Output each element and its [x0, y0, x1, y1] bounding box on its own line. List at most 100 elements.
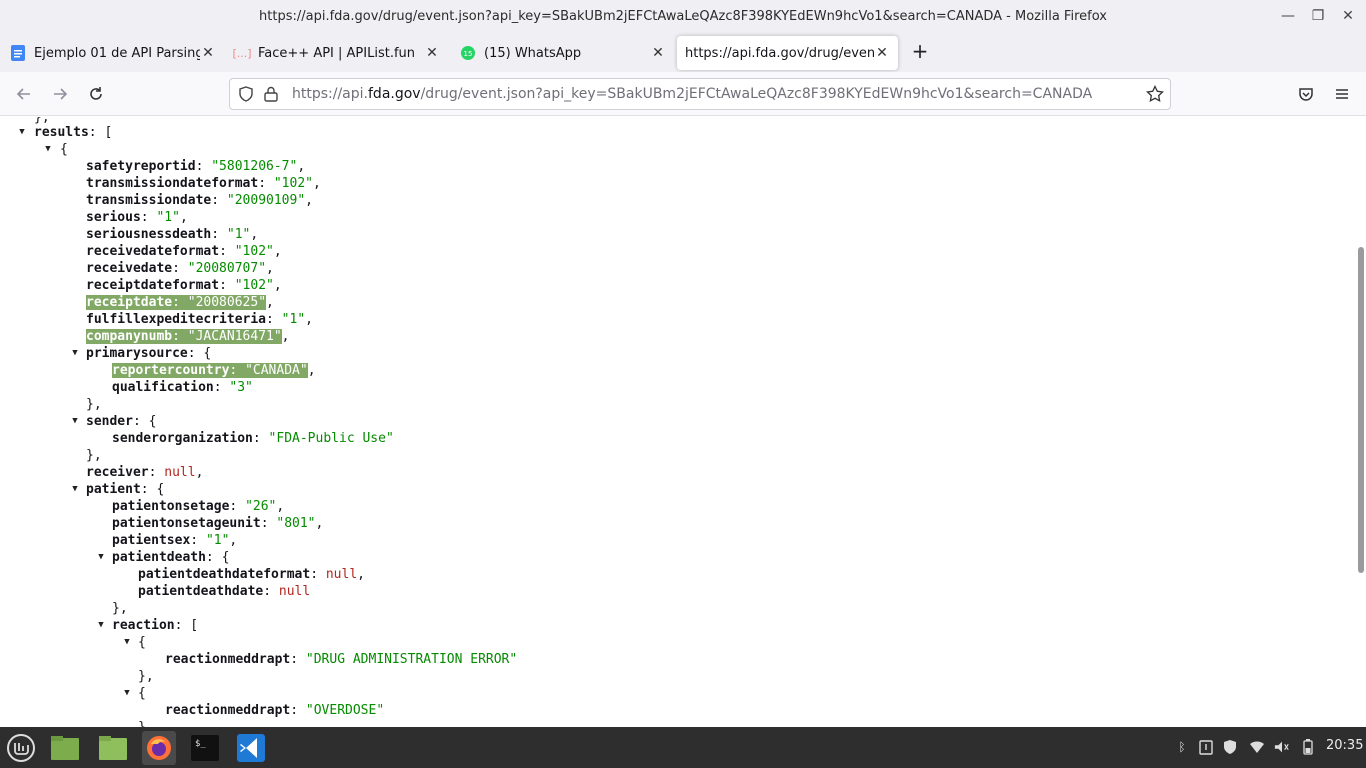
- json-key: patientsex: [112, 533, 191, 548]
- window-titlebar: https://api.fda.gov/drug/event.json?api_…: [0, 0, 1366, 32]
- files-icon[interactable]: [48, 731, 82, 765]
- json-viewer: }, ▼ results: [ ▼ { safetyreportid: "580…: [0, 117, 1356, 727]
- json-string: "801": [276, 516, 316, 531]
- json-line: reactionmeddrapt: "DRUG ADMINISTRATION E…: [165, 652, 518, 667]
- tab-strip: Ejemplo 01 de API Parsing J ✕ [...] Face…: [0, 32, 1366, 72]
- close-tab-icon[interactable]: ✕: [424, 45, 440, 61]
- minimize-icon[interactable]: —: [1272, 0, 1304, 32]
- collapse-toggle-icon[interactable]: ▼: [121, 685, 133, 702]
- docs-icon: [10, 45, 26, 61]
- json-line: patientdeathdateformat: null,: [138, 567, 365, 582]
- scrollbar-thumb[interactable]: [1358, 247, 1364, 573]
- collapse-toggle-icon[interactable]: ▼: [95, 549, 107, 566]
- bookmark-star-icon[interactable]: [1146, 84, 1164, 107]
- maximize-icon[interactable]: ❐: [1302, 0, 1334, 32]
- json-line: qualification: "3": [112, 380, 253, 395]
- back-button[interactable]: [12, 82, 36, 106]
- json-line: patientonsetageunit: "801",: [112, 516, 324, 531]
- json-line: patientonsetage: "26",: [112, 499, 285, 514]
- json-key: reactionmeddrapt: [165, 703, 291, 718]
- lock-icon[interactable]: [264, 86, 278, 106]
- json-key: receivedateformat: [86, 244, 220, 259]
- vertical-scrollbar[interactable]: [1356, 117, 1366, 727]
- shield-icon[interactable]: [238, 86, 254, 106]
- json-key: receiptdateformat: [86, 278, 220, 293]
- json-line: transmissiondateformat: "102",: [86, 176, 321, 191]
- search-highlight: companynumb: "JACAN16471": [86, 329, 282, 344]
- url-domain: fda.gov: [368, 86, 421, 102]
- json-key: receiver: [86, 465, 149, 480]
- json-key: seriousnessdeath: [86, 227, 212, 242]
- json-line: receiver: null,: [86, 465, 204, 480]
- json-line: results: [: [34, 124, 112, 141]
- collapse-toggle-icon[interactable]: ▼: [95, 617, 107, 634]
- volume-icon[interactable]: [1274, 739, 1290, 755]
- json-line: reportercountry: "CANADA",: [112, 363, 316, 378]
- forward-button[interactable]: [48, 82, 72, 106]
- json-line: receiptdate: "20080625",: [86, 295, 274, 310]
- json-line: sender: {: [86, 414, 157, 429]
- new-tab-button[interactable]: +: [908, 40, 932, 64]
- tab-label: (15) WhatsApp: [484, 45, 582, 61]
- mint-menu-icon[interactable]: [4, 731, 38, 765]
- json-line: patientdeathdate: null: [138, 584, 311, 599]
- url-prefix: https://api.: [292, 86, 368, 102]
- json-string: "1": [156, 210, 180, 225]
- json-line: {: [60, 142, 68, 157]
- window-title: https://api.fda.gov/drug/event.json?api_…: [259, 8, 1107, 24]
- tab-facepp[interactable]: [...] Face++ API | APIList.fun ✕: [226, 36, 448, 70]
- json-line: seriousnessdeath: "1",: [86, 227, 259, 242]
- shield-tray-icon[interactable]: [1222, 739, 1238, 755]
- json-string: "CANADA": [245, 363, 308, 378]
- clipboard-icon[interactable]: [1198, 739, 1214, 755]
- collapse-toggle-icon[interactable]: ▼: [69, 413, 81, 430]
- vscode-icon[interactable]: [234, 731, 268, 765]
- collapse-toggle-icon[interactable]: ▼: [42, 141, 54, 158]
- bracket-icon: [...]: [232, 46, 252, 60]
- close-tab-icon[interactable]: ✕: [650, 45, 666, 61]
- bluetooth-icon[interactable]: ᛒ: [1174, 739, 1190, 755]
- menu-hamburger-icon[interactable]: [1330, 82, 1354, 106]
- json-key: reportercountry: [112, 363, 230, 378]
- json-string: "26": [245, 499, 277, 514]
- url-bar[interactable]: https://api.fda.gov/drug/event.json?api_…: [229, 78, 1171, 110]
- wifi-icon[interactable]: [1249, 739, 1265, 755]
- folder-icon[interactable]: [96, 731, 130, 765]
- reload-button[interactable]: [84, 82, 108, 106]
- collapse-toggle-icon[interactable]: ▼: [69, 345, 81, 362]
- json-key: transmissiondateformat: [86, 176, 259, 191]
- json-string: "102": [234, 244, 274, 259]
- url-text[interactable]: https://api.fda.gov/drug/event.json?api_…: [292, 86, 1092, 102]
- pocket-icon[interactable]: [1294, 82, 1318, 106]
- close-tab-icon[interactable]: ✕: [200, 45, 216, 61]
- collapse-toggle-icon[interactable]: ▼: [121, 634, 133, 651]
- collapse-toggle-icon[interactable]: ▼: [69, 481, 81, 498]
- tab-label: https://api.fda.gov/drug/event.: [685, 45, 874, 61]
- close-window-icon[interactable]: ✕: [1332, 0, 1364, 32]
- json-line: companynumb: "JACAN16471",: [86, 329, 290, 344]
- json-line: receiptdateformat: "102",: [86, 278, 282, 293]
- battery-icon[interactable]: [1300, 739, 1316, 755]
- json-line: transmissiondate: "20090109",: [86, 193, 313, 208]
- json-line: },: [86, 448, 102, 463]
- json-string: "5801206-7": [211, 159, 298, 174]
- json-key: fulfillexpeditecriteria: [86, 312, 267, 327]
- json-string: "1": [226, 227, 251, 242]
- json-key: patientdeath: [112, 550, 206, 565]
- json-key: sender: [86, 414, 133, 429]
- close-tab-icon[interactable]: ✕: [874, 45, 890, 61]
- tab-ejemplo[interactable]: Ejemplo 01 de API Parsing J ✕: [2, 36, 224, 70]
- json-line: fulfillexpeditecriteria: "1",: [86, 312, 313, 327]
- collapse-toggle-icon[interactable]: ▼: [16, 124, 28, 141]
- taskbar-clock[interactable]: 20:35: [1326, 738, 1363, 753]
- tab-fda-api[interactable]: https://api.fda.gov/drug/event. ✕: [677, 36, 898, 70]
- json-line: primarysource: {: [86, 346, 212, 361]
- search-highlight: reportercountry: "CANADA": [112, 363, 308, 378]
- tab-whatsapp[interactable]: 15 (15) WhatsApp ✕: [452, 36, 674, 70]
- firefox-icon[interactable]: [142, 731, 176, 765]
- terminal-icon[interactable]: $_: [188, 731, 222, 765]
- json-key: transmissiondate: [86, 193, 212, 208]
- json-line: reactionmeddrapt: "OVERDOSE": [165, 703, 385, 718]
- json-string: "1": [205, 533, 230, 548]
- json-line: patientsex: "1",: [112, 533, 238, 548]
